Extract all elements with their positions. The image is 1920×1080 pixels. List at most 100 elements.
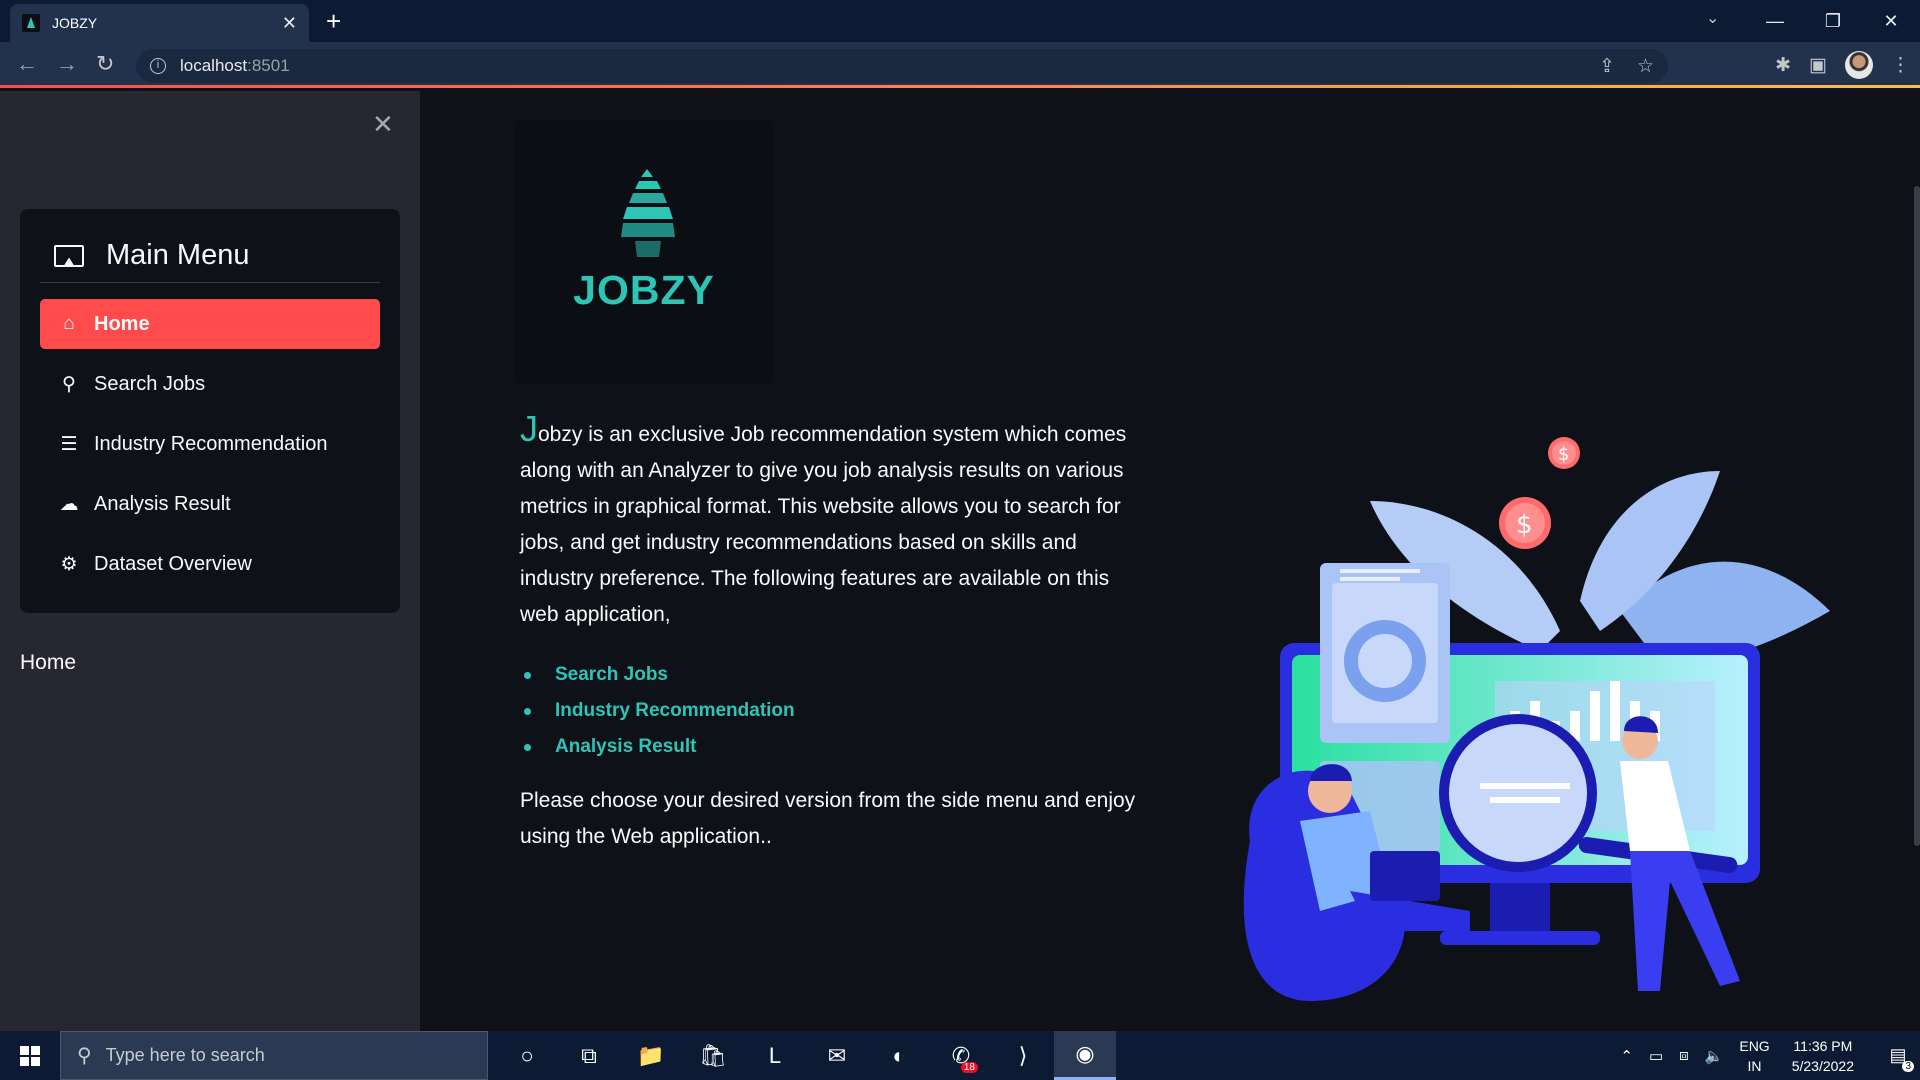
sidebar-item-home[interactable]: ⌂ Home — [40, 299, 380, 349]
file-explorer-icon[interactable]: 📁 — [620, 1031, 682, 1080]
sidebar-item-label: Search Jobs — [94, 372, 206, 395]
search-magnifier-icon: ⚲ — [77, 1045, 92, 1067]
browser-toolbar: ← → ↻ i localhost:8501 ⇪ ☆ ✱ ▣ ⋮ — [0, 42, 1920, 88]
bookmark-star-icon[interactable]: ☆ — [1637, 55, 1654, 78]
menu-items: ⌂ Home ⚲ Search Jobs ☰ Industry Recommendatio… — [40, 299, 380, 599]
task-view-icon[interactable]: ⧉ — [558, 1031, 620, 1080]
browser-tab-bar: JOBZY ✕ + ⌄ — ❐ ✕ — [0, 0, 1920, 42]
language-code: ENG — [1739, 1037, 1770, 1054]
tray-chevron-icon[interactable]: ⌃ — [1620, 1047, 1633, 1065]
tab-title: JOBZY — [52, 15, 98, 31]
feature-item: Analysis Result — [524, 729, 795, 765]
notification-count: 3 — [1902, 1061, 1914, 1072]
intro-paragraph: Jobzy is an exclusive Job recommendation… — [520, 411, 1140, 633]
store-glyph: 🛍 — [699, 1042, 727, 1068]
restore-button[interactable]: ❐ — [1804, 11, 1862, 32]
chrome-icon[interactable]: ◉ — [1054, 1031, 1116, 1080]
sidebar-item-label: Industry Recommendation — [94, 432, 328, 455]
sidebar: ✕ Main Menu ⌂ Home ⚲ Search Jobs ☰ Industry R… — [0, 91, 420, 1031]
jobzy-favicon-icon — [22, 14, 40, 32]
feature-label: Industry Recommendation — [555, 700, 795, 721]
main-content: JOBZY Jobzy is an exclusive Job recommen… — [420, 91, 1920, 1031]
windows-start-button[interactable] — [0, 1031, 60, 1080]
jobzy-logo-mark-icon — [621, 169, 675, 257]
window-close-button[interactable]: ✕ — [1862, 11, 1920, 32]
extensions-puzzle-icon[interactable]: ✱ — [1775, 54, 1791, 77]
bullet-icon — [524, 743, 531, 751]
search-icon: ⚲ — [62, 373, 76, 395]
vscode-glyph: ⟩ — [1018, 1042, 1028, 1068]
svg-text:$: $ — [1516, 510, 1533, 540]
network-icon[interactable]: ⧈ — [1679, 1047, 1689, 1064]
l-app-glyph: L — [768, 1042, 782, 1068]
main-scrollbar[interactable] — [1914, 186, 1920, 846]
bullet-icon — [524, 671, 531, 679]
url-host: localhost — [180, 56, 248, 75]
feature-item: Search Jobs — [524, 657, 795, 693]
cortana-glyph: ○ — [520, 1042, 534, 1068]
reload-icon[interactable]: ↻ — [96, 53, 114, 75]
clock[interactable]: 11:36 PM 5/23/2022 — [1792, 1036, 1854, 1076]
taskbar-apps: ○ ⧉ 📁 🛍 L ✉ ◐ ✆ 18 ⟩ ◉ — [496, 1031, 1116, 1080]
mail-glyph: ✉ — [827, 1042, 847, 1068]
taskbar-search-box[interactable]: ⚲ Type here to search — [60, 1031, 488, 1080]
clock-date: 5/23/2022 — [1791, 1057, 1854, 1074]
intro-text: obzy is an exclusive Job recommendation … — [520, 423, 1127, 626]
current-page-label: Home — [20, 651, 77, 674]
app-badge: 18 — [960, 1062, 978, 1073]
windows-logo-icon — [20, 1045, 40, 1066]
new-tab-button[interactable]: + — [326, 8, 341, 34]
site-info-icon[interactable]: i — [150, 58, 166, 74]
closing-paragraph: Please choose your desired version from … — [520, 789, 1136, 848]
features-list: Search Jobs Industry Recommendation Analys… — [524, 657, 795, 765]
monitor-icon — [54, 244, 84, 267]
notifications-icon[interactable]: ▤ 3 — [1876, 1045, 1920, 1072]
browser-tab[interactable]: JOBZY ✕ — [10, 4, 309, 42]
taskbar: ⚲ Type here to search ○ ⧉ 📁 🛍 L ✉ ◐ ✆ 18 ⟩ ◉ ⌃ ▭ ⧈… — [0, 1031, 1920, 1080]
url-port: :8501 — [247, 56, 290, 75]
sidebar-item-label: Home — [94, 312, 150, 335]
side-panel-icon[interactable]: ▣ — [1809, 54, 1827, 77]
system-tray: ⌃ ▭ ⧈ 🔈 ENG IN 11:36 PM 5/23/2022 ▤ 3 — [1620, 1031, 1920, 1080]
menu-title: Main Menu — [106, 239, 250, 271]
window-controls: — ❐ ✕ — [1746, 0, 1920, 42]
sidebar-close-icon[interactable]: ✕ — [372, 109, 394, 140]
tab-close-icon[interactable]: ✕ — [282, 13, 297, 34]
share-icon[interactable]: ⇪ — [1599, 55, 1615, 78]
browser-menu-icon[interactable]: ⋮ — [1891, 54, 1910, 77]
back-arrow-icon[interactable]: ← — [16, 53, 38, 75]
vscode-icon[interactable]: ⟩ — [992, 1031, 1054, 1080]
store-icon[interactable]: 🛍 — [682, 1031, 744, 1080]
edge-icon[interactable]: ◐ — [868, 1031, 930, 1080]
sidebar-item-industry-recommendation[interactable]: ☰ Industry Recommendation — [40, 419, 380, 469]
home-icon: ⌂ — [63, 313, 75, 334]
battery-icon[interactable]: ▭ — [1649, 1047, 1663, 1065]
sidebar-item-search-jobs[interactable]: ⚲ Search Jobs — [40, 359, 380, 409]
profile-avatar[interactable] — [1845, 51, 1873, 79]
volume-icon[interactable]: 🔈 — [1705, 1047, 1724, 1065]
cortana-icon[interactable]: ○ — [496, 1031, 558, 1080]
address-bar[interactable]: i localhost:8501 ⇪ ☆ — [136, 49, 1668, 83]
sidebar-item-analysis-result[interactable]: ☁ Analysis Result — [40, 479, 380, 529]
jobzy-logo: JOBZY — [515, 121, 773, 383]
svg-text:$: $ — [1558, 444, 1569, 465]
forward-arrow-icon[interactable]: → — [56, 53, 78, 75]
bullet-icon — [524, 707, 531, 715]
taskbar-search-placeholder: Type here to search — [105, 1045, 265, 1065]
clock-time: 11:36 PM — [1793, 1037, 1853, 1054]
minimize-button[interactable]: — — [1746, 11, 1804, 32]
sidebar-item-dataset-overview[interactable]: ⚙ Dataset Overview — [40, 539, 380, 589]
intro-dropcap: J — [520, 408, 538, 449]
file-explorer-glyph: 📁 — [637, 1042, 665, 1068]
sidebar-item-label: Analysis Result — [94, 492, 231, 515]
feature-label: Search Jobs — [555, 664, 668, 685]
chrome-glyph: ◉ — [1075, 1041, 1095, 1066]
mail-icon[interactable]: ✉ — [806, 1031, 868, 1080]
l-app-icon[interactable]: L — [744, 1031, 806, 1080]
menu-header: Main Menu — [40, 229, 380, 283]
language-region: IN — [1747, 1057, 1762, 1074]
list-icon: ☰ — [60, 433, 78, 455]
language-indicator[interactable]: ENG IN — [1739, 1036, 1769, 1076]
whatsapp-icon[interactable]: ✆ 18 — [930, 1031, 992, 1080]
tab-search-chevron-icon[interactable]: ⌄ — [1706, 8, 1719, 28]
